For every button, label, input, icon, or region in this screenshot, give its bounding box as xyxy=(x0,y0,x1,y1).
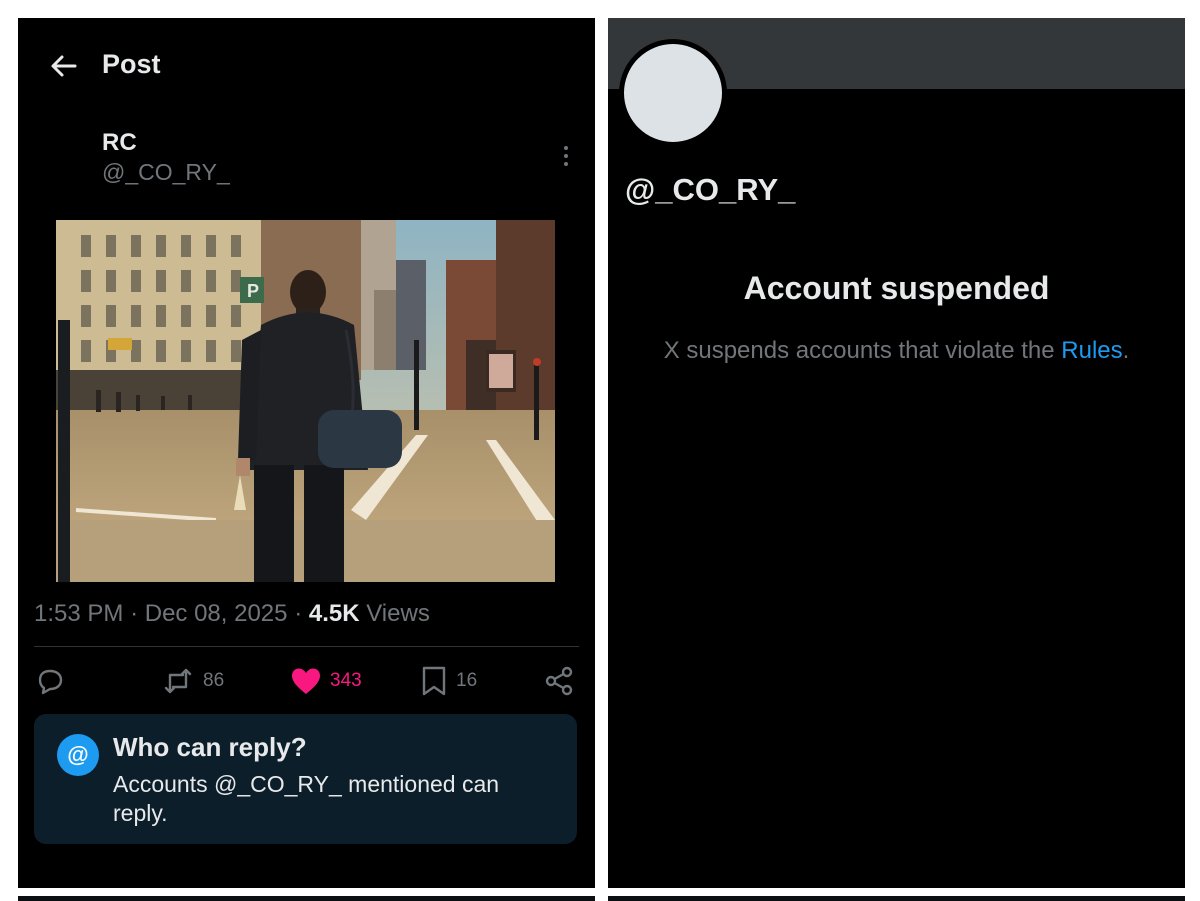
bookmark-count: 16 xyxy=(456,670,478,691)
bottom-strip-left xyxy=(18,896,595,901)
rules-link[interactable]: Rules xyxy=(1061,337,1122,364)
views-count: 4.5K xyxy=(308,600,360,627)
suspended-message-period: . xyxy=(1122,337,1130,364)
page-title: Post xyxy=(102,49,161,79)
reply-settings-card: @ Who can reply? Accounts @_CO_RY_ menti… xyxy=(34,714,577,844)
bookmark-button[interactable]: 16 xyxy=(420,664,477,698)
reply-settings-handle: @_CO_RY_ xyxy=(214,771,342,797)
profile-view-panel: @_CO_RY_ Account suspended X suspends ac… xyxy=(608,18,1185,888)
post-meta: 1:53 PM · Dec 08, 2025 · 4.5K Views xyxy=(34,600,430,628)
author-name[interactable]: RC xyxy=(102,129,137,157)
author-handle[interactable]: @_CO_RY_ xyxy=(102,159,230,186)
reply-settings-prefix: Accounts xyxy=(113,771,214,797)
reply-button[interactable] xyxy=(34,664,66,698)
reply-icon xyxy=(38,669,63,695)
avatar[interactable] xyxy=(619,39,727,147)
top-bar: Post xyxy=(18,18,595,110)
suspended-title: Account suspended xyxy=(743,270,1050,306)
bottom-strip-right xyxy=(608,896,1185,901)
post-image[interactable]: P xyxy=(56,220,555,582)
more-options-button[interactable] xyxy=(556,144,576,168)
back-button[interactable] xyxy=(48,50,80,82)
separator-dot: · xyxy=(294,600,309,627)
separator-dot: · xyxy=(130,600,145,627)
reply-settings-text: Accounts @_CO_RY_ mentioned can reply. xyxy=(113,770,533,828)
post-date: Dec 08, 2025 xyxy=(144,600,288,627)
like-button[interactable]: 343 xyxy=(290,664,362,698)
share-icon xyxy=(545,666,573,696)
post-time: 1:53 PM xyxy=(34,600,124,627)
post-photo-illustration: P xyxy=(56,220,555,582)
more-dots-icon xyxy=(564,146,568,150)
bookmark-icon xyxy=(422,666,446,696)
mention-icon: @ xyxy=(57,734,99,776)
divider xyxy=(34,646,579,647)
svg-text:P: P xyxy=(247,281,259,301)
views-label: Views xyxy=(366,600,430,627)
profile-handle: @_CO_RY_ xyxy=(625,172,796,207)
share-button[interactable] xyxy=(543,664,575,698)
heart-icon xyxy=(292,668,320,694)
suspended-message-text: X suspends accounts that violate the xyxy=(663,337,1062,364)
repost-button[interactable]: 86 xyxy=(161,664,224,698)
repost-count: 86 xyxy=(203,670,225,691)
suspended-message: X suspends accounts that violate the Rul… xyxy=(658,334,1135,368)
arrow-left-icon xyxy=(51,55,77,77)
post-view-panel: Post RC @_CO_RY_ P 1:53 PM · Dec 08, 202… xyxy=(18,18,595,888)
like-count: 343 xyxy=(330,670,362,691)
repost-icon xyxy=(164,668,192,694)
reply-settings-title: Who can reply? xyxy=(113,732,307,762)
